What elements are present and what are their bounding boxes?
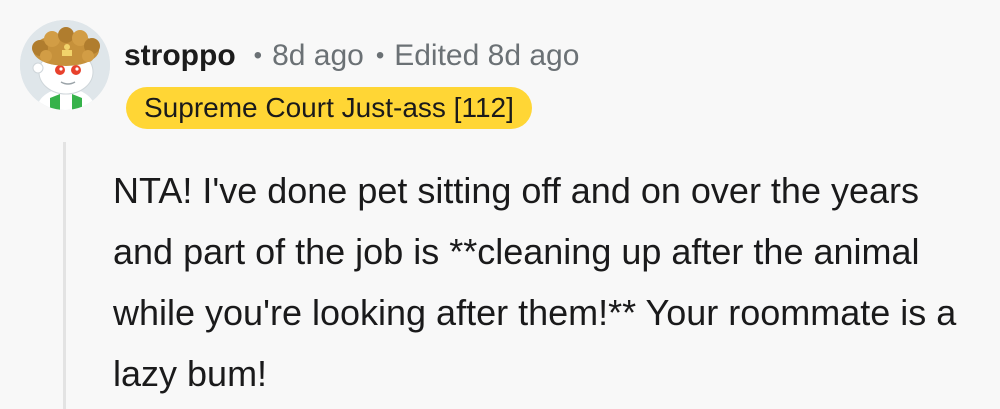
meta-separator: • [375,42,385,69]
comment: stroppo • 8d ago • Edited 8d ago Supreme… [0,0,1000,409]
comment-header: stroppo • 8d ago • Edited 8d ago [124,34,579,78]
posted-time[interactable]: 8d ago [272,39,364,73]
username-link[interactable]: stroppo [124,39,236,73]
edited-time: Edited 8d ago [394,39,580,72]
meta-separator: • [253,42,263,69]
snoo-avatar-icon[interactable] [20,20,110,110]
thread-collapse-line[interactable] [63,142,66,409]
user-flair-badge: Supreme Court Just-ass [112] [126,87,532,129]
comment-body: NTA! I've done pet sitting off and on ov… [113,170,957,394]
